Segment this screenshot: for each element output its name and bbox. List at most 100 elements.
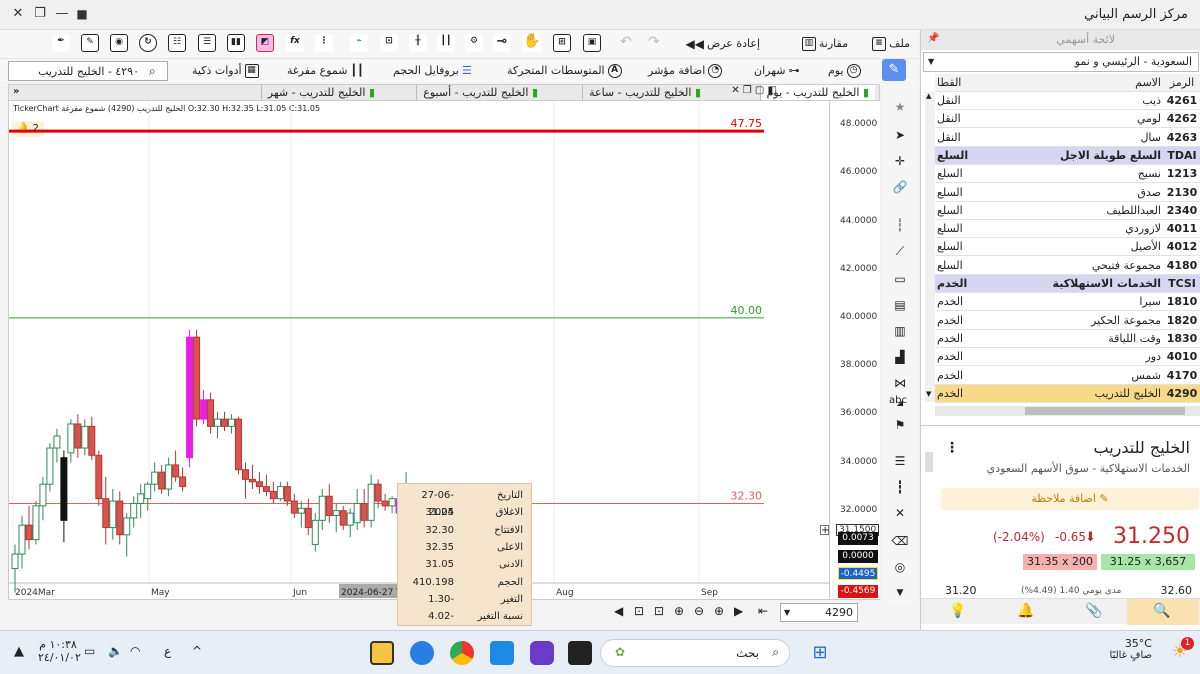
watchlist-row[interactable]: 4170 شمس الخدم	[935, 367, 1200, 385]
scroll-left-icon[interactable]: ◀	[614, 604, 623, 618]
watchlist-row[interactable]: 4012 الأصيل السلع	[935, 238, 1200, 257]
hide-icon[interactable]: ◎	[891, 558, 909, 576]
bar-chart-icon[interactable]: ┃┃	[437, 34, 455, 52]
vertical-line-icon[interactable]: ┆	[891, 216, 909, 234]
watchlist-row[interactable]: 2340 العبداللطيف السلع	[935, 202, 1200, 220]
battery-icon[interactable]: ▭	[84, 644, 95, 658]
hollow-candles-button[interactable]: شموع مفرغة ┃┃	[287, 60, 364, 82]
watchlist-group-row[interactable]: TCSI الخدمات الاستهلاكية الخدم	[935, 275, 1200, 293]
pan-icon[interactable]: ⊕	[674, 604, 684, 618]
symbol-search[interactable]: ⌕ ٤٢٩٠ - الخليج للتدريب	[8, 61, 168, 81]
settings-dots-icon[interactable]: ⚙	[465, 34, 483, 52]
watchlist-row[interactable]: 4261 ذيب النقل	[935, 92, 1200, 110]
watchlist-hscroll[interactable]	[935, 406, 1200, 416]
scroll-down-icon[interactable]: ▼	[891, 584, 909, 602]
trendline-icon[interactable]: ⟋	[891, 242, 909, 260]
watchlist-scrollbar[interactable]: ▲ ▼	[925, 92, 935, 402]
link-tool-icon[interactable]: 🔗	[891, 178, 909, 196]
table-icon[interactable]: ☷	[168, 34, 186, 52]
crosshair-box-icon[interactable]: ⊞	[553, 34, 571, 52]
search-detail-icon[interactable]: 🔍	[1153, 603, 1170, 619]
tab-monthly[interactable]: الخليج للتدريب - شهر ▮	[260, 85, 381, 101]
smart-tools-button[interactable]: أدوات ذكية ▦	[192, 60, 259, 82]
tab-hourly[interactable]: الخليج للتدريب - ساعة ▮	[582, 85, 707, 101]
ruler-icon[interactable]: ⊡	[380, 34, 398, 52]
interval-day[interactable]: يوم ◷	[828, 60, 861, 82]
file-menu[interactable]: ≡ ملف	[872, 33, 910, 55]
close-icon[interactable]: ✕	[10, 6, 26, 22]
volume-icon[interactable]: 🔈	[108, 644, 123, 658]
moving-averages-button[interactable]: المتوسطات المتحركة A	[507, 60, 622, 82]
taskbar-search[interactable]: بحث ⌕ ✿	[600, 639, 790, 667]
pointer-icon[interactable]: ➤	[891, 126, 909, 144]
symbol-dropdown[interactable]: ▼ 4290	[780, 603, 858, 622]
notification-icon[interactable]: ▲	[14, 644, 24, 659]
pattern-icon[interactable]: ▟	[891, 348, 909, 366]
search-input[interactable]: ٤٢٩٠ - الخليج للتدريب	[38, 65, 139, 78]
tab-window-controls[interactable]: ✕ ❐ ▢ ◧	[731, 85, 777, 96]
lightbulb-icon[interactable]: 💡	[949, 603, 966, 619]
function-icon[interactable]: fx	[286, 34, 304, 52]
minimize-icon[interactable]: —	[54, 6, 70, 22]
chrome-icon[interactable]	[450, 641, 474, 665]
volume-profile-button[interactable]: بروفايل الحجم ☰	[393, 60, 472, 82]
zoom-in-icon[interactable]: ⊕	[714, 604, 724, 618]
watchlist-row[interactable]: 2130 صدق السلع	[935, 184, 1200, 202]
clear-drawings-icon[interactable]: ✕	[891, 504, 909, 522]
watchlist-row[interactable]: 1810 سيرا الخدم	[935, 293, 1200, 312]
fibonacci-icon[interactable]: ▤	[891, 296, 909, 314]
eraser-icon[interactable]: ⌫	[891, 532, 909, 550]
list-icon[interactable]: ☰	[198, 34, 216, 52]
compare-button[interactable]: ▥ مقارنة	[801, 33, 848, 55]
add-indicator-button[interactable]: اضافة مؤشر ◔	[648, 60, 723, 82]
flag-icon[interactable]: ⚑	[891, 416, 909, 434]
store-icon[interactable]	[568, 641, 592, 665]
screenshot-tool-icon[interactable]: ▣	[583, 34, 601, 52]
pen-icon[interactable]: ✒	[52, 34, 70, 52]
replay-button[interactable]: ◀◀ إعادة عرض	[685, 33, 760, 55]
zigzag-icon[interactable]: ⋈	[891, 374, 909, 392]
language-indicator[interactable]: ع	[164, 644, 171, 658]
tickerchart-app-icon[interactable]	[370, 641, 394, 665]
watchlist-row[interactable]: 4010 دور الخدم	[935, 348, 1200, 367]
watchlist-row[interactable]: 1830 وقت اللياقة الخدم	[935, 330, 1200, 348]
camera-icon[interactable]: ■	[74, 6, 90, 22]
watchlist-row[interactable]: 1213 نسيج السلع	[935, 165, 1200, 184]
list-settings-icon[interactable]: ☰	[891, 452, 909, 470]
watchlist-group-row[interactable]: TDAI السلع طويلة الاجل السلع	[935, 146, 1200, 165]
watchlist-row[interactable]: 1820 مجموعة الحكير الخدم	[935, 312, 1200, 330]
layout-icon[interactable]: ▮▮	[227, 34, 245, 52]
channel-icon[interactable]: ▥	[891, 322, 909, 340]
edge-icon[interactable]	[410, 641, 434, 665]
windows-start-icon[interactable]: ⊞	[808, 641, 832, 665]
brush-icon[interactable]: ⌁	[350, 34, 368, 52]
hand-icon[interactable]: ✋	[523, 34, 541, 52]
zoom-out-icon[interactable]: ⊖	[694, 604, 704, 618]
add-note-button[interactable]: اضافة ملاحظة ✎	[941, 488, 1199, 510]
watchlist-row[interactable]: 4262 لومي النقل	[935, 110, 1200, 129]
zoom-fit-icon[interactable]: ⊡	[634, 604, 644, 618]
zoom-area-icon[interactable]: ⊡	[654, 604, 664, 618]
collapse-arrows-icon[interactable]: »	[13, 86, 19, 97]
tray-arrow-icon[interactable]: ^	[192, 644, 202, 658]
rectangle-icon[interactable]: ▭	[891, 270, 909, 288]
star-icon[interactable]: ★	[891, 98, 909, 116]
ruler-measure-icon[interactable]: ┇	[891, 478, 909, 496]
watchlist-row[interactable]: 4011 لازوردي السلع	[935, 220, 1200, 239]
undo-icon[interactable]: ↶	[620, 34, 632, 50]
go-start-icon[interactable]: ⇤	[758, 604, 768, 618]
magnet-icon[interactable]: ⊸	[493, 34, 511, 52]
candle-icon[interactable]: ╫	[409, 34, 427, 52]
refresh-icon[interactable]: ↻	[139, 34, 157, 52]
camera-icon[interactable]: ◉	[110, 34, 128, 52]
add-alert-plus-icon[interactable]: +	[820, 525, 829, 536]
period-two-months[interactable]: شهران ⊶	[754, 60, 800, 82]
more-options-icon[interactable]: ⋮	[945, 440, 959, 456]
tab-weekly[interactable]: الخليج للتدريب - أسبوع ▮	[416, 85, 544, 101]
scroll-right-icon[interactable]: ▶	[734, 604, 743, 618]
watchlist-row[interactable]: 4290 الخليج للتدريب الخدم	[935, 384, 1200, 403]
alert-bell-icon[interactable]: 🔔	[1017, 603, 1034, 619]
mail-icon[interactable]	[490, 641, 514, 665]
restore-icon[interactable]: ❐	[32, 6, 48, 22]
dotted-lines-icon[interactable]: ⋮	[315, 34, 333, 52]
